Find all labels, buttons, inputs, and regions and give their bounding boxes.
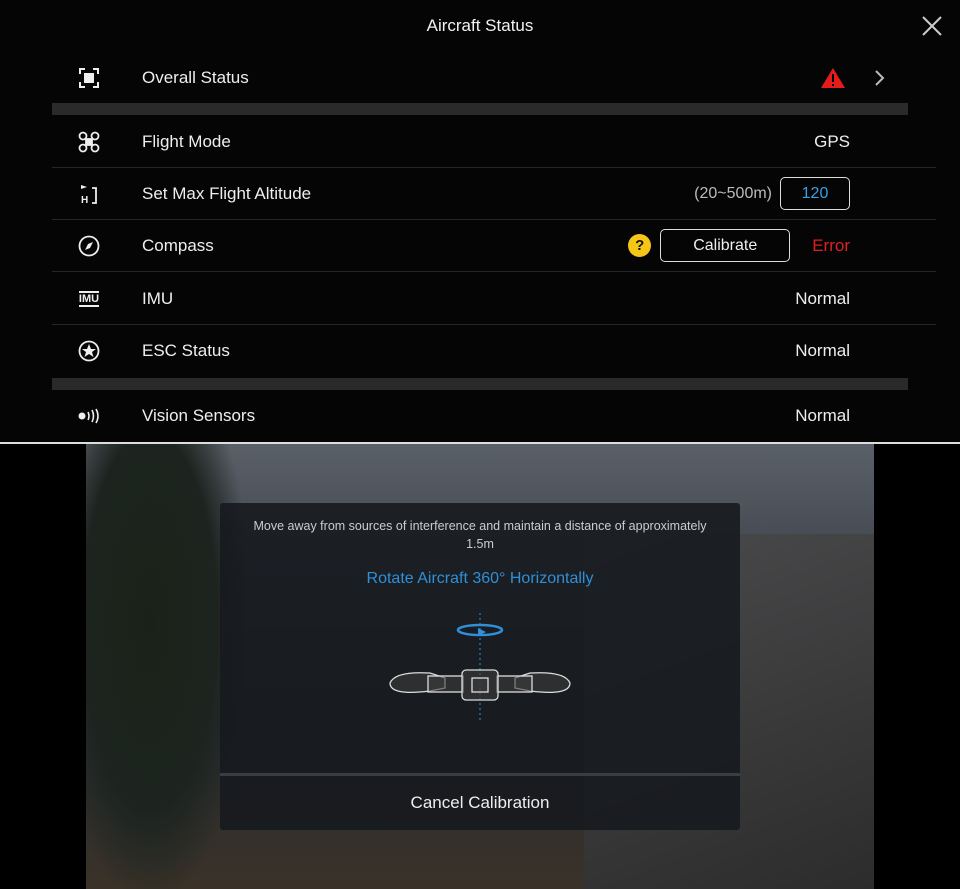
- svg-text:H: H: [81, 195, 88, 205]
- aircraft-status-panel: Aircraft Status Overall Status Flight Mo…: [0, 0, 960, 442]
- chevron-right-icon[interactable]: [874, 69, 886, 87]
- imu-icon: IMU: [78, 290, 100, 307]
- row-label: ESC Status: [142, 341, 230, 360]
- row-label: Compass: [142, 235, 214, 255]
- max-altitude-input[interactable]: 120: [780, 177, 850, 210]
- altitude-icon: H: [76, 181, 102, 207]
- drone-icon: [76, 129, 102, 155]
- rotate-drone-illustration: [389, 613, 571, 723]
- compass-status: Error: [812, 235, 850, 255]
- calibration-message: Move away from sources of interference a…: [253, 519, 707, 551]
- row-compass: Compass ? Calibrate Error: [52, 220, 936, 272]
- flight-mode-value: GPS: [814, 131, 850, 151]
- esc-icon: [76, 338, 102, 364]
- row-esc-status: ESC Status Normal: [52, 325, 936, 377]
- page-title: Aircraft Status: [426, 16, 534, 35]
- compass-icon: [76, 233, 102, 259]
- warning-triangle-icon: [821, 68, 845, 88]
- vision-sensors-status: Normal: [795, 406, 850, 425]
- row-overall-status[interactable]: Overall Status: [52, 52, 936, 104]
- row-max-altitude: H Set Max Flight Altitude (20~500m) 120: [52, 168, 936, 220]
- row-flight-mode: Flight Mode GPS: [52, 116, 936, 168]
- row-label: Overall Status: [142, 68, 249, 87]
- calibrate-button[interactable]: Calibrate: [660, 229, 791, 262]
- compass-calibration-dialog: Move away from sources of interference a…: [220, 503, 740, 830]
- row-label: Vision Sensors: [142, 406, 256, 425]
- row-label: Set Max Flight Altitude: [142, 183, 312, 203]
- close-icon[interactable]: [920, 14, 944, 38]
- help-icon[interactable]: ?: [628, 234, 652, 257]
- section-divider: [52, 103, 908, 115]
- altitude-range-hint: (20~500m): [694, 184, 772, 202]
- cancel-calibration-button[interactable]: Cancel Calibration: [220, 776, 740, 830]
- esc-status: Normal: [795, 341, 850, 360]
- row-vision-sensors: Vision Sensors Normal: [52, 390, 936, 442]
- vision-sensor-icon: [76, 403, 102, 429]
- section-divider: [52, 378, 908, 390]
- overall-status-icon: [76, 65, 102, 91]
- row-imu: IMU IMU Normal: [52, 273, 936, 325]
- row-label: Flight Mode: [142, 131, 231, 151]
- calibration-instruction: Rotate Aircraft 360° Horizontally: [366, 570, 594, 587]
- row-label: IMU: [142, 288, 174, 308]
- imu-status: Normal: [795, 288, 850, 308]
